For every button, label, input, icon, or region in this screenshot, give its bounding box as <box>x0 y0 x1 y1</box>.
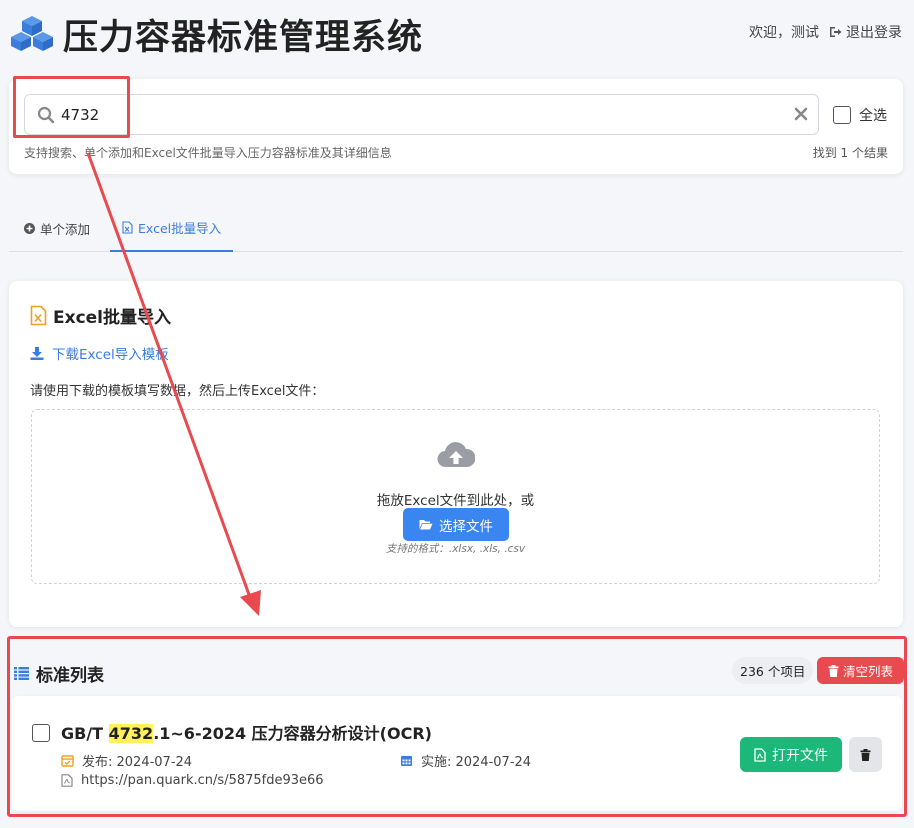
search-highlight: 4732 <box>108 724 154 743</box>
tab-excel-label: Excel批量导入 <box>138 221 222 236</box>
list-title: 标准列表 <box>14 661 104 686</box>
cubes-logo-icon <box>11 16 53 51</box>
download-template-link[interactable]: 下载Excel导入模板 <box>30 343 169 363</box>
result-count: 找到 1 个结果 <box>812 146 888 160</box>
list-title-text: 标准列表 <box>36 666 104 686</box>
upload-instruction: 请使用下载的模板填写数据，然后上传Excel文件： <box>30 384 325 399</box>
search-hint: 支持搜索、单个添加和Excel文件批量导入压力容器标准及其详细信息 <box>24 146 392 160</box>
tab-single-label: 单个添加 <box>40 222 91 237</box>
clear-search-icon[interactable] <box>794 107 808 121</box>
sign-out-icon <box>830 27 842 37</box>
annotation-highlight-box <box>13 76 130 138</box>
file-pdf-icon <box>754 747 766 762</box>
pdf-file-icon <box>61 774 73 787</box>
trash-icon <box>828 664 839 677</box>
open-file-button[interactable]: 打开文件 <box>740 737 842 772</box>
list-icon <box>14 667 29 680</box>
file-dropzone[interactable]: 拖放Excel文件到此处，或 选择文件 支持的格式：.xlsx, .xls, .… <box>31 409 880 584</box>
clear-list-label: 清空列表 <box>842 664 893 679</box>
trash-icon <box>860 748 871 761</box>
search-box <box>24 94 819 135</box>
publish-date-text: 发布: 2024-07-24 <box>82 755 193 770</box>
item-title-suffix: .1~6-2024 压力容器分析设计(OCR) <box>153 724 432 743</box>
excel-import-card: Excel批量导入 下载Excel导入模板 请使用下载的模板填写数据，然后上传E… <box>9 281 903 627</box>
excel-file-icon <box>30 305 47 326</box>
logout-label: 退出登录 <box>846 25 902 41</box>
excel-file-icon <box>122 221 133 234</box>
tab-single-add[interactable]: 单个添加 <box>12 205 102 252</box>
calendar-check-icon <box>61 755 74 767</box>
select-all-box[interactable] <box>833 106 851 124</box>
choose-file-label: 选择文件 <box>439 518 493 535</box>
implement-date-text: 实施: 2024-07-24 <box>421 755 532 770</box>
drop-text: 拖放Excel文件到此处，或 <box>376 493 535 509</box>
choose-file-button[interactable]: 选择文件 <box>403 508 509 541</box>
item-title-prefix: GB/T <box>61 724 109 743</box>
file-link-text[interactable]: https://pan.quark.cn/s/5875fde93e66 <box>81 773 324 788</box>
open-file-label: 打开文件 <box>772 747 828 764</box>
welcome-text: 欢迎，测试 <box>749 25 819 41</box>
excel-import-title-text: Excel批量导入 <box>53 308 172 328</box>
item-title: GB/T 4732.1~6-2024 压力容器分析设计(OCR) <box>61 720 432 744</box>
plus-circle-icon <box>24 223 35 234</box>
app-title: 压力容器标准管理系统 <box>63 18 424 58</box>
search-input[interactable] <box>61 102 761 128</box>
app-header: 压力容器标准管理系统 欢迎，测试 退出登录 <box>0 0 914 68</box>
tab-bar: 单个添加 Excel批量导入 <box>9 205 903 252</box>
publish-date: 发布: 2024-07-24 <box>61 751 192 770</box>
supported-formats: 支持的格式：.xlsx, .xls, .csv <box>385 543 526 555</box>
excel-import-title: Excel批量导入 <box>30 303 171 328</box>
item-count-badge: 236 个项目 <box>732 657 814 684</box>
select-all-checkbox[interactable]: 全选 <box>833 105 887 125</box>
delete-item-button[interactable] <box>849 737 882 772</box>
select-all-label: 全选 <box>859 108 887 124</box>
download-template-label: 下载Excel导入模板 <box>52 347 169 363</box>
implement-date: 实施: 2024-07-24 <box>400 751 531 770</box>
folder-open-icon <box>419 520 433 530</box>
calendar-icon <box>401 756 412 766</box>
clear-list-button[interactable]: 清空列表 <box>817 657 904 684</box>
logout-link[interactable]: 退出登录 <box>829 22 902 42</box>
item-checkbox[interactable] <box>32 724 50 742</box>
list-item: GB/T 4732.1~6-2024 压力容器分析设计(OCR) 发布: 202… <box>12 696 902 811</box>
standards-list-section: 标准列表 236 个项目 清空列表 GB/T 4732.1~6-2024 压力容… <box>7 636 907 817</box>
tab-excel-import[interactable]: Excel批量导入 <box>110 205 234 252</box>
search-card: 全选 支持搜索、单个添加和Excel文件批量导入压力容器标准及其详细信息 找到 … <box>9 79 903 174</box>
user-area: 欢迎，测试 退出登录 <box>749 22 902 42</box>
download-icon <box>30 346 44 360</box>
file-link[interactable]: https://pan.quark.cn/s/5875fde93e66 <box>61 773 324 788</box>
cloud-upload-icon <box>437 442 475 468</box>
